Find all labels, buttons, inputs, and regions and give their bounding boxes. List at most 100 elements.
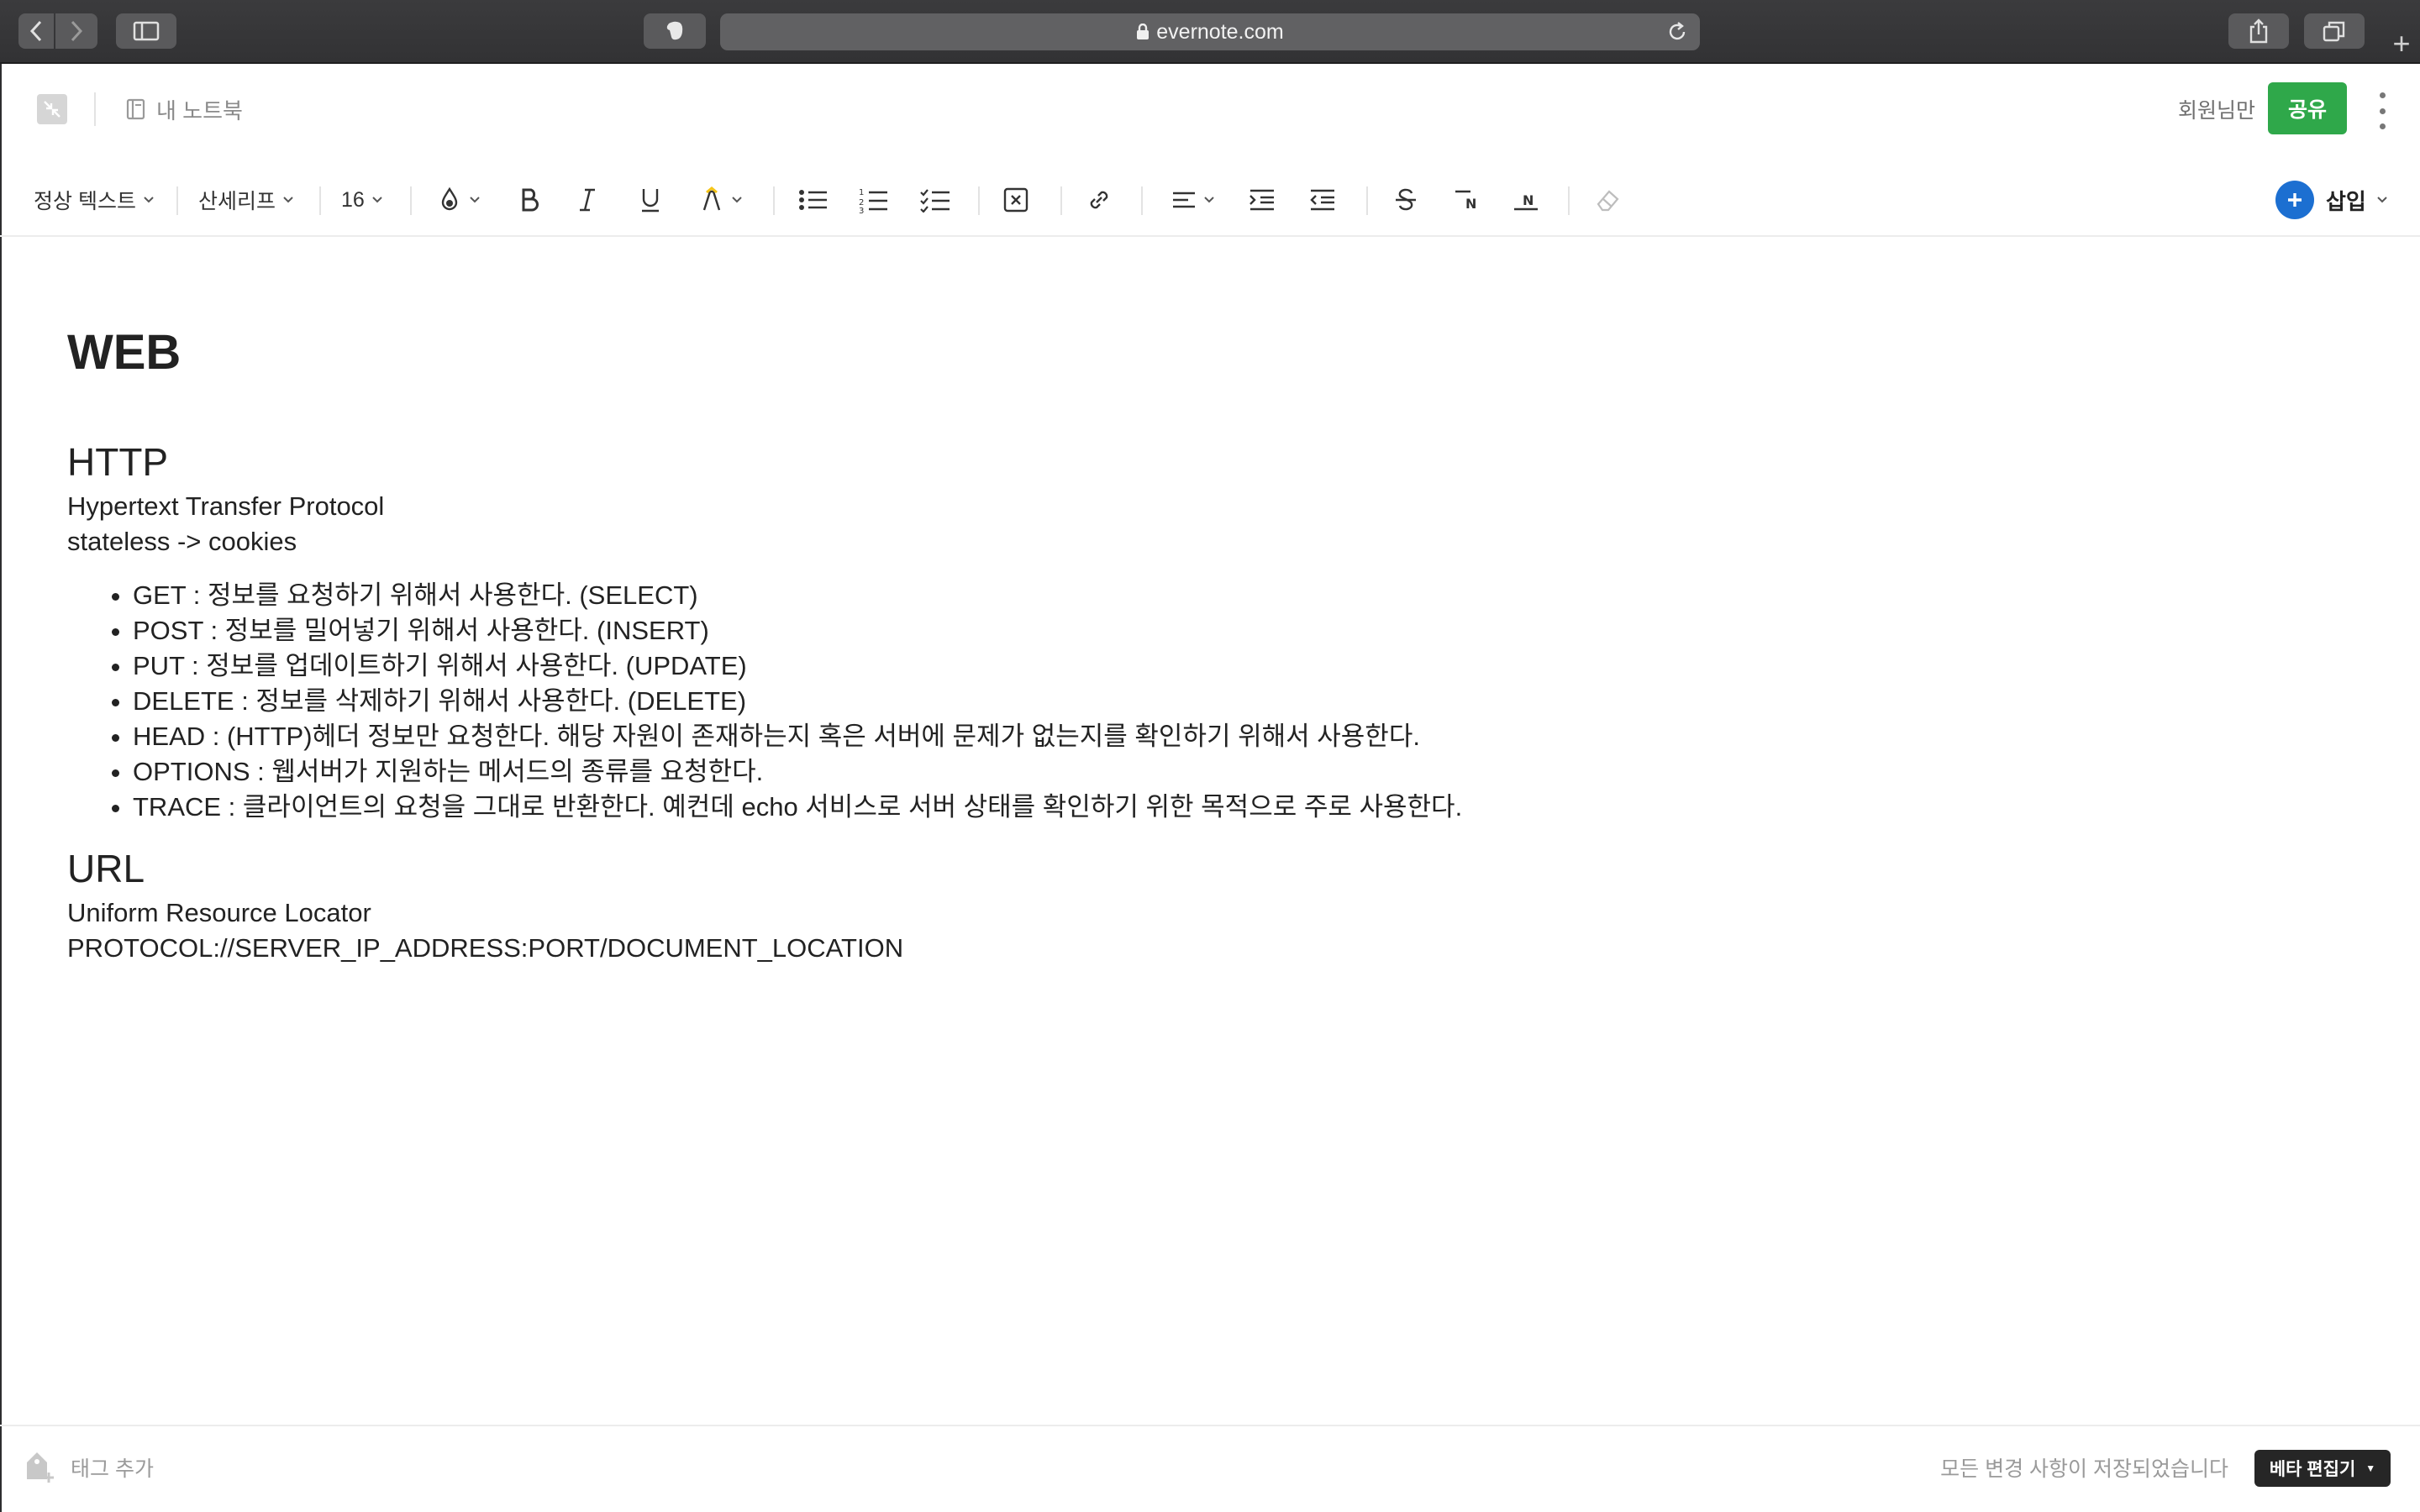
heading-url: URL — [67, 847, 145, 890]
toolbar-divider — [1060, 186, 1062, 215]
font-size-dropdown[interactable]: 16 — [341, 183, 383, 217]
new-tab-icon: + — [2392, 26, 2411, 60]
share-page-button[interactable] — [2228, 13, 2289, 49]
sidebar-toggle-button[interactable] — [116, 13, 176, 49]
text-color-icon — [441, 186, 458, 211]
sharing-status[interactable]: 회원님만 — [2178, 94, 2255, 124]
text-color-button[interactable] — [437, 183, 481, 217]
forward-icon — [71, 20, 83, 42]
clear-formatting-button[interactable] — [1595, 183, 1622, 217]
share-button[interactable]: 공유 — [2268, 82, 2347, 134]
address-bar[interactable]: evernote.com — [720, 13, 1700, 50]
forward-button[interactable] — [55, 13, 97, 49]
subscript-icon: N — [1514, 192, 1538, 211]
link-icon — [1090, 191, 1108, 209]
beta-editor-button[interactable]: 베타 편집기 ▼ — [2254, 1450, 2391, 1487]
notebook-icon — [126, 98, 145, 120]
link-button[interactable] — [1086, 183, 1113, 217]
collapse-icon[interactable] — [37, 94, 67, 124]
insert-button[interactable]: 삽입 — [2275, 180, 2388, 220]
list-item: PUT : 정보를 업데이트하기 위해서 사용한다. (UPDATE) — [133, 648, 2336, 684]
http-methods-list: GET : 정보를 요청하기 위해서 사용한다. (SELECT) POST :… — [67, 578, 2336, 825]
numbered-list-icon: 123 — [859, 188, 887, 213]
underline-button[interactable] — [639, 183, 662, 217]
chevron-down-icon — [732, 197, 742, 203]
chevron-down-icon — [283, 197, 293, 203]
toolbar-divider — [176, 186, 178, 215]
list-item: HEAD : (HTTP)헤더 정보만 요청한다. 해당 자원이 존재하는지 혹… — [133, 719, 2336, 754]
highlight-button[interactable] — [699, 183, 743, 217]
back-icon — [29, 20, 42, 42]
heading-http: HTTP — [67, 440, 169, 484]
notebook-name: 내 노트북 — [156, 97, 243, 123]
header-divider — [94, 92, 96, 126]
more-options-icon[interactable] — [2376, 92, 2388, 129]
note-line: Uniform Resource Locator — [67, 898, 371, 927]
chevron-down-icon — [144, 197, 154, 203]
toolbar-divider — [319, 186, 321, 215]
back-button[interactable] — [18, 13, 54, 49]
evernote-tab-icon — [666, 21, 683, 40]
bulleted-list-button[interactable] — [798, 183, 829, 217]
toolbar-divider — [1366, 186, 1368, 215]
save-status: 모든 변경 사항이 저장되었습니다 — [1940, 1457, 2228, 1481]
outdent-button[interactable] — [1309, 183, 1336, 217]
paragraph-style-value: 정상 텍스트 — [34, 190, 136, 213]
share-icon — [2249, 18, 2268, 44]
paragraph-style-dropdown[interactable]: 정상 텍스트 — [34, 183, 155, 217]
chevron-down-icon — [470, 197, 480, 203]
plus-icon — [2275, 181, 2314, 219]
chevron-down-icon — [2377, 197, 2387, 203]
note-editor[interactable]: WEB HTTP Hypertext Transfer Protocol sta… — [67, 319, 2336, 966]
indent-button[interactable] — [1249, 183, 1276, 217]
notebook-link[interactable]: 내 노트북 — [126, 94, 243, 124]
superscript-icon: N — [1455, 190, 1476, 212]
svg-text:1: 1 — [859, 188, 864, 197]
sidebar-icon — [133, 21, 160, 41]
tag-add-icon — [27, 1452, 54, 1483]
svg-text:3: 3 — [859, 207, 864, 213]
strikethrough-button[interactable] — [1393, 183, 1418, 217]
list-item: TRACE : 클라이언트의 요청을 그대로 반환한다. 예컨데 echo 서비… — [133, 790, 2336, 825]
evernote-tab-button[interactable] — [644, 13, 706, 49]
strikethrough-icon — [1396, 188, 1416, 211]
highlight-icon — [702, 186, 721, 211]
note-line: PROTOCOL://SERVER_IP_ADDRESS:PORT/DOCUME… — [67, 933, 904, 963]
font-dropdown[interactable]: 산세리프 — [198, 183, 294, 217]
caret-down-icon: ▼ — [2365, 1462, 2376, 1474]
code-block-icon — [1003, 187, 1028, 213]
chevron-down-icon — [1204, 197, 1214, 203]
bold-button[interactable] — [519, 183, 541, 217]
toolbar-divider — [1568, 186, 1570, 215]
url-text: evernote.com — [1156, 19, 1284, 44]
toolbar-divider — [773, 186, 775, 215]
italic-icon — [580, 188, 595, 212]
align-dropdown[interactable] — [1171, 183, 1215, 217]
show-tabs-button[interactable] — [2304, 13, 2365, 49]
chevron-down-icon — [372, 197, 382, 203]
italic-button[interactable] — [576, 183, 598, 217]
formatting-toolbar: 정상 텍스트 산세리프 16 123 N N 삽입 — [0, 163, 2420, 237]
toolbar-divider — [410, 186, 412, 215]
add-tag-button[interactable]: 태그 추가 — [24, 1446, 154, 1488]
note-line: stateless -> cookies — [67, 527, 297, 556]
new-tab-button[interactable]: + — [2383, 25, 2420, 62]
indent-icon — [1249, 189, 1274, 211]
superscript-button[interactable]: N — [1454, 183, 1481, 217]
numbered-list-button[interactable]: 123 — [859, 183, 889, 217]
svg-text:N: N — [1465, 196, 1476, 212]
list-item: DELETE : 정보를 삭제하기 위해서 사용한다. (DELETE) — [133, 684, 2336, 719]
font-value: 산세리프 — [198, 190, 276, 213]
code-block-button[interactable] — [1003, 183, 1028, 217]
list-item: GET : 정보를 요청하기 위해서 사용한다. (SELECT) — [133, 578, 2336, 613]
tag-add-label: 태그 추가 — [71, 1457, 154, 1481]
font-size-value: 16 — [341, 187, 365, 212]
list-item: POST : 정보를 밀어넣기 위해서 사용한다. (INSERT) — [133, 613, 2336, 648]
checklist-button[interactable] — [919, 183, 951, 217]
align-left-icon — [1173, 192, 1195, 208]
list-item: OPTIONS : 웹서버가 지원하는 메서드의 종류를 요청한다. — [133, 754, 2336, 790]
reload-icon[interactable] — [1666, 21, 1688, 43]
note-title[interactable]: WEB — [67, 319, 2336, 386]
beta-editor-label: 베타 편집기 — [2269, 1460, 2356, 1479]
subscript-button[interactable]: N — [1512, 183, 1539, 217]
